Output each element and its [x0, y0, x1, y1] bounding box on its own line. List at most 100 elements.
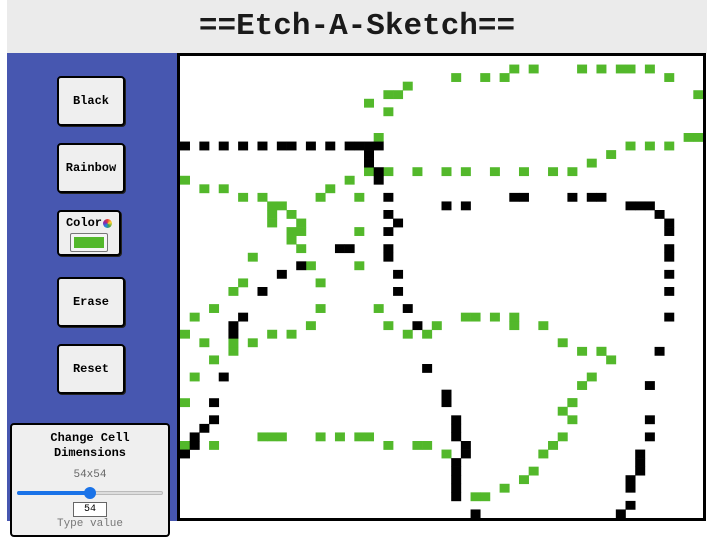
painted-cell[interactable] [364, 158, 375, 168]
painted-cell[interactable] [664, 141, 675, 151]
painted-cell[interactable] [209, 355, 220, 365]
painted-cell[interactable] [189, 312, 200, 322]
painted-cell[interactable] [606, 150, 617, 159]
painted-cell[interactable] [538, 321, 549, 331]
painted-cell[interactable] [441, 398, 452, 408]
painted-cell[interactable] [315, 304, 326, 313]
painted-cell[interactable] [364, 141, 375, 151]
painted-cell[interactable] [644, 381, 655, 390]
painted-cell[interactable] [402, 81, 413, 91]
painted-cell[interactable] [315, 432, 326, 442]
sketch-canvas[interactable] [177, 53, 706, 521]
painted-cell[interactable] [393, 269, 404, 279]
painted-cell[interactable] [518, 192, 529, 202]
painted-cell[interactable] [325, 141, 336, 151]
painted-cell[interactable] [412, 167, 423, 177]
painted-cell[interactable] [586, 158, 597, 168]
painted-cell[interactable] [460, 441, 471, 450]
painted-cell[interactable] [683, 133, 694, 142]
painted-cell[interactable] [373, 133, 384, 142]
painted-cell[interactable] [664, 252, 675, 262]
painted-cell[interactable] [402, 329, 413, 339]
painted-cell[interactable] [460, 167, 471, 177]
painted-cell[interactable] [625, 201, 636, 211]
slider-thumb[interactable] [84, 487, 96, 499]
painted-cell[interactable] [509, 321, 520, 331]
painted-cell[interactable] [644, 141, 655, 151]
painted-cell[interactable] [586, 192, 597, 202]
painted-cell[interactable] [489, 167, 500, 177]
painted-cell[interactable] [267, 329, 278, 339]
painted-cell[interactable] [451, 475, 462, 485]
painted-cell[interactable] [654, 210, 665, 219]
painted-cell[interactable] [402, 304, 413, 313]
painted-cell[interactable] [557, 432, 568, 442]
painted-cell[interactable] [412, 321, 423, 331]
painted-cell[interactable] [373, 167, 384, 177]
painted-cell[interactable] [247, 252, 258, 262]
painted-cell[interactable] [577, 381, 588, 390]
painted-cell[interactable] [199, 184, 210, 194]
painted-cell[interactable] [383, 321, 394, 331]
painted-cell[interactable] [557, 338, 568, 348]
painted-cell[interactable] [315, 278, 326, 288]
painted-cell[interactable] [180, 141, 190, 151]
painted-cell[interactable] [625, 64, 636, 74]
rainbow-button[interactable]: Rainbow [57, 143, 125, 193]
painted-cell[interactable] [393, 287, 404, 296]
painted-cell[interactable] [383, 210, 394, 219]
painted-cell[interactable] [644, 432, 655, 442]
painted-cell[interactable] [276, 269, 287, 279]
painted-cell[interactable] [228, 338, 239, 348]
painted-cell[interactable] [218, 184, 229, 194]
painted-cell[interactable] [470, 509, 481, 518]
painted-cell[interactable] [625, 483, 636, 493]
painted-cell[interactable] [412, 441, 423, 450]
painted-cell[interactable] [577, 346, 588, 356]
painted-cell[interactable] [218, 372, 229, 382]
painted-cell[interactable] [383, 441, 394, 450]
painted-cell[interactable] [480, 73, 491, 82]
painted-cell[interactable] [199, 423, 210, 433]
painted-cell[interactable] [286, 227, 297, 236]
painted-cell[interactable] [383, 107, 394, 117]
painted-cell[interactable] [209, 398, 220, 408]
painted-cell[interactable] [615, 64, 626, 74]
painted-cell[interactable] [596, 192, 607, 202]
painted-cell[interactable] [305, 261, 316, 271]
painted-cell[interactable] [664, 227, 675, 236]
painted-cell[interactable] [441, 167, 452, 177]
painted-cell[interactable] [247, 338, 258, 348]
painted-cell[interactable] [664, 244, 675, 254]
painted-cell[interactable] [499, 73, 510, 82]
painted-cell[interactable] [596, 64, 607, 74]
cell-dimensions-input[interactable] [73, 502, 107, 517]
painted-cell[interactable] [451, 458, 462, 467]
painted-cell[interactable] [286, 141, 297, 151]
painted-cell[interactable] [489, 312, 500, 322]
painted-cell[interactable] [373, 175, 384, 185]
sketch-grid[interactable] [180, 56, 703, 518]
painted-cell[interactable] [654, 346, 665, 356]
painted-cell[interactable] [422, 364, 433, 373]
painted-cell[interactable] [267, 210, 278, 219]
painted-cell[interactable] [218, 141, 229, 151]
painted-cell[interactable] [644, 201, 655, 211]
painted-cell[interactable] [180, 441, 190, 450]
painted-cell[interactable] [286, 329, 297, 339]
painted-cell[interactable] [451, 466, 462, 476]
painted-cell[interactable] [615, 509, 626, 518]
painted-cell[interactable] [460, 312, 471, 322]
painted-cell[interactable] [209, 304, 220, 313]
painted-cell[interactable] [257, 192, 268, 202]
painted-cell[interactable] [305, 141, 316, 151]
painted-cell[interactable] [393, 218, 404, 228]
painted-cell[interactable] [509, 312, 520, 322]
painted-cell[interactable] [315, 192, 326, 202]
painted-cell[interactable] [180, 398, 190, 408]
painted-cell[interactable] [577, 64, 588, 74]
painted-cell[interactable] [373, 304, 384, 313]
painted-cell[interactable] [276, 201, 287, 211]
painted-cell[interactable] [509, 192, 520, 202]
painted-cell[interactable] [664, 269, 675, 279]
